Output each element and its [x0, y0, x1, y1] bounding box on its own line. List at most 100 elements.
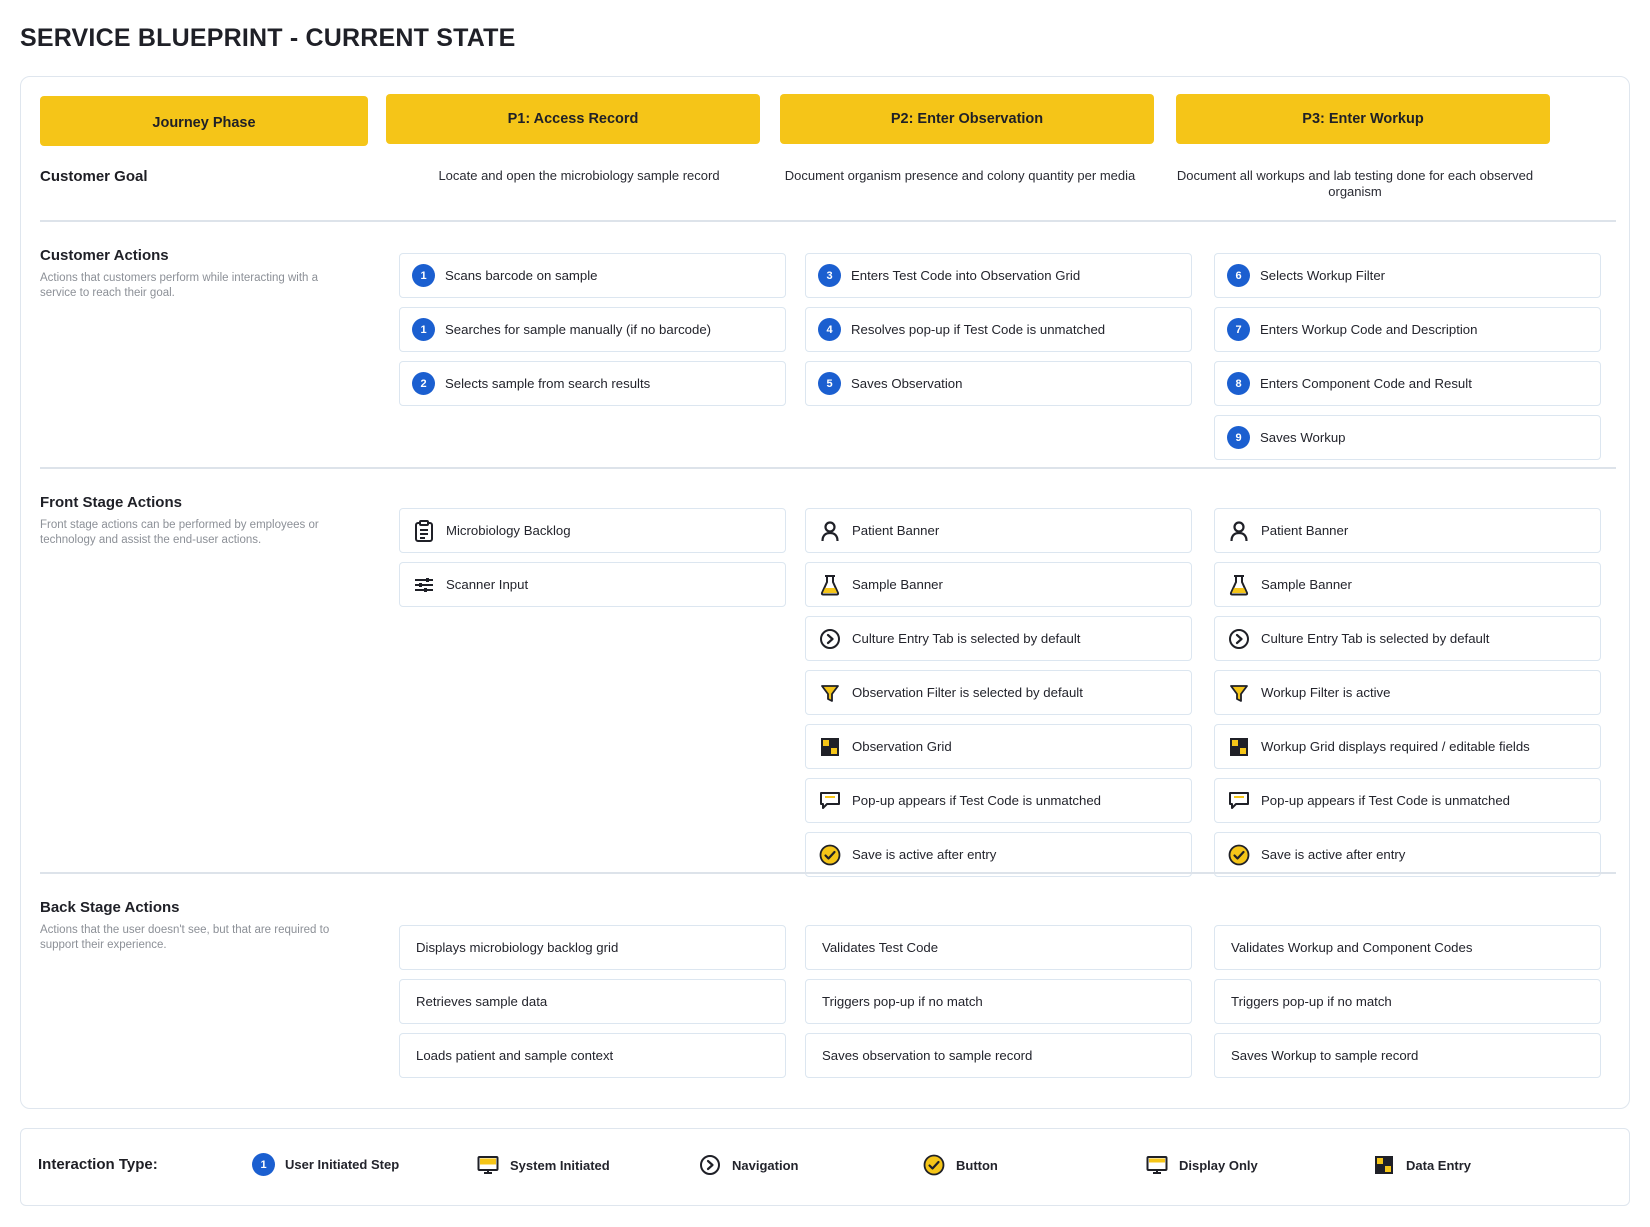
back-stage-card: Triggers pop-up if no match [1214, 979, 1601, 1024]
back-stage-label: Loads patient and sample context [416, 1048, 614, 1063]
back-stage-card: Saves Workup to sample record [1214, 1033, 1601, 1078]
step-number-badge: 1 [412, 318, 435, 341]
customer-action-card: 8 Enters Component Code and Result [1214, 361, 1601, 406]
front-stage-card: Workup Filter is active [1214, 670, 1601, 715]
front-stage-label: Observation Grid [852, 739, 952, 754]
front-stage-label: Sample Banner [1261, 577, 1352, 592]
legend-item-label: Display Only [1179, 1157, 1258, 1173]
step-number-badge: 2 [412, 372, 435, 395]
navigation-icon [698, 1153, 722, 1177]
phase-header-label: P2: Enter Observation [890, 111, 1044, 127]
customer-action-label: Enters Test Code into Observation Grid [851, 268, 1081, 283]
back-stage-card: Validates Test Code [805, 925, 1192, 970]
front-stage-label: Culture Entry Tab is selected by default [852, 631, 1081, 646]
row-divider [40, 220, 1616, 222]
customer-actions-title: Customer Actions [40, 247, 169, 264]
phase-header-p3: P3: Enter Workup [1176, 94, 1550, 144]
front-stage-label: Microbiology Backlog [446, 523, 571, 538]
customer-action-card: 9 Saves Workup [1214, 415, 1601, 460]
front-stage-label: Save is active after entry [1261, 847, 1406, 862]
legend-item-label: Button [956, 1157, 998, 1173]
back-stage-label: Displays microbiology backlog grid [416, 940, 619, 955]
legend-item: Navigation [698, 1153, 798, 1177]
front-stage-label: Culture Entry Tab is selected by default [1261, 631, 1490, 646]
step-number-badge: 4 [818, 318, 841, 341]
back-stage-label: Validates Workup and Component Codes [1231, 940, 1473, 955]
step-number-icon: 1 [252, 1153, 275, 1176]
back-stage-card: Saves observation to sample record [805, 1033, 1192, 1078]
grid-icon [1227, 735, 1251, 759]
step-number-badge: 1 [412, 264, 435, 287]
front-stage-card: Workup Grid displays required / editable… [1214, 724, 1601, 769]
back-stage-label: Saves observation to sample record [822, 1048, 1033, 1063]
back-stage-label: Saves Workup to sample record [1231, 1048, 1419, 1063]
customer-actions-description: Actions that customers perform while int… [40, 272, 319, 299]
front-stage-card: Pop-up appears if Test Code is unmatched [805, 778, 1192, 823]
page-title: SERVICE BLUEPRINT - CURRENT STATE [20, 24, 516, 52]
step-number-badge: 6 [1227, 264, 1250, 287]
person-icon [818, 519, 842, 543]
message-icon [1227, 789, 1251, 813]
display-icon [1145, 1153, 1169, 1177]
back-stage-label: Retrieves sample data [416, 994, 548, 1009]
phase-header-journey: Journey Phase [40, 96, 368, 146]
customer-action-label: Scans barcode on sample [445, 268, 598, 283]
customer-action-card: 5 Saves Observation [805, 361, 1192, 406]
check-icon [818, 843, 842, 867]
navigation-icon [818, 627, 842, 651]
grid-icon [818, 735, 842, 759]
back-stage-label: Triggers pop-up if no match [822, 994, 983, 1009]
front-stage-card: Sample Banner [805, 562, 1192, 607]
customer-action-card: 1 Searches for sample manually (if no bar… [399, 307, 786, 352]
customer-action-label: Selects sample from search results [445, 376, 651, 391]
step-number-badge: 5 [818, 372, 841, 395]
legend-item: 1 User Initiated Step [252, 1153, 399, 1176]
customer-action-label: Enters Workup Code and Description [1260, 322, 1478, 337]
customer-action-label: Saves Workup [1260, 430, 1346, 445]
customer-action-label: Resolves pop-up if Test Code is unmatche… [851, 322, 1106, 337]
legend-title: Interaction Type: [38, 1156, 158, 1173]
customer-action-label: Searches for sample manually (if no barc… [445, 322, 712, 337]
front-stage-label: Workup Grid displays required / editable… [1261, 739, 1530, 754]
phase-header-p1: P1: Access Record [386, 94, 760, 144]
front-stage-label: Sample Banner [852, 577, 943, 592]
legend-item: Display Only [1145, 1153, 1258, 1177]
front-stage-card: Observation Grid [805, 724, 1192, 769]
back-stage-description: Actions that the user doesn't see, but t… [40, 924, 330, 951]
legend-item-label: Data Entry [1406, 1157, 1472, 1173]
customer-action-card: 3 Enters Test Code into Observation Grid [805, 253, 1192, 298]
customer-goal-p3: Document all workups and lab testing don… [1176, 168, 1534, 199]
front-stage-card: Sample Banner [1214, 562, 1601, 607]
back-stage-card: Validates Workup and Component Codes [1214, 925, 1601, 970]
step-number-badge: 3 [818, 264, 841, 287]
message-icon [818, 789, 842, 813]
legend-item: Button [922, 1153, 998, 1177]
legend-item-label: Navigation [732, 1157, 799, 1173]
front-stage-card: Microbiology Backlog [399, 508, 786, 553]
customer-action-label: Selects Workup Filter [1260, 268, 1386, 283]
navigation-icon [1227, 627, 1251, 651]
back-stage-card: Retrieves sample data [399, 979, 786, 1024]
legend-item-label: User Initiated Step [285, 1157, 400, 1172]
phase-header-label: P1: Access Record [507, 111, 639, 127]
filter-icon [818, 681, 842, 705]
customer-action-card: 2 Selects sample from search results [399, 361, 786, 406]
front-stage-label: Patient Banner [1261, 523, 1349, 538]
phase-header-label: Journey Phase [152, 115, 256, 131]
check-icon [1227, 843, 1251, 867]
front-stage-label: Scanner Input [446, 577, 529, 592]
back-stage-label: Triggers pop-up if no match [1231, 994, 1392, 1009]
flask-icon [818, 573, 842, 597]
customer-action-card: 6 Selects Workup Filter [1214, 253, 1601, 298]
front-stage-card: Patient Banner [1214, 508, 1601, 553]
front-stage-label: Pop-up appears if Test Code is unmatched [852, 793, 1102, 808]
customer-action-card: 1 Scans barcode on sample [399, 253, 786, 298]
front-stage-card: Observation Filter is selected by defaul… [805, 670, 1192, 715]
back-stage-card: Triggers pop-up if no match [805, 979, 1192, 1024]
phase-header-p2: P2: Enter Observation [780, 94, 1154, 144]
front-stage-card: Save is active after entry [805, 832, 1192, 877]
step-number-badge: 7 [1227, 318, 1250, 341]
front-stage-label: Patient Banner [852, 523, 940, 538]
front-stage-card: Patient Banner [805, 508, 1192, 553]
legend-item-label: System Initiated [510, 1157, 610, 1173]
